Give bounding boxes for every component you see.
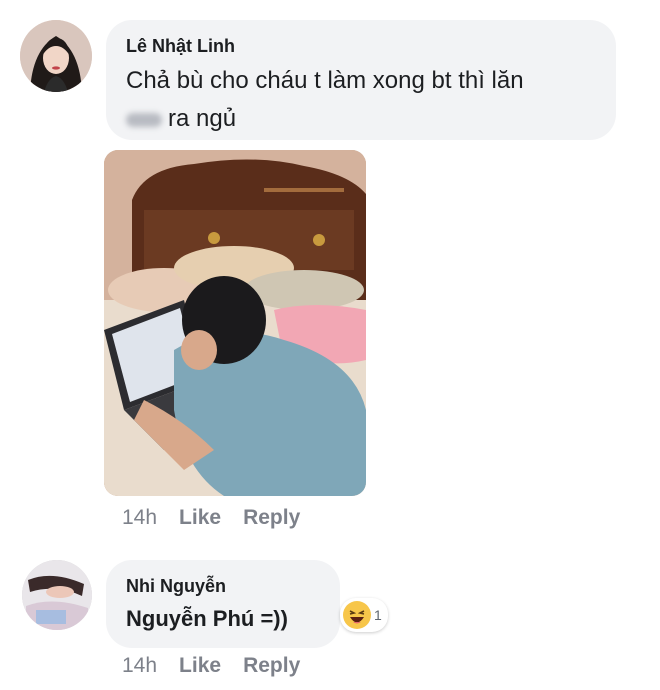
like-button[interactable]: Like: [179, 506, 221, 530]
comment-author[interactable]: Nhi Nguyễn: [126, 576, 226, 597]
comment-text-line2-text: ra ngủ: [168, 105, 237, 132]
comment-bubble: Nhi Nguyễn Nguyễn Phú =)): [106, 560, 340, 648]
comment-text-line1: Chả bù cho cháu t làm xong bt thì lăn: [126, 67, 524, 94]
commenter-avatar[interactable]: [22, 560, 92, 630]
blurred-name: [126, 112, 162, 127]
comment-photo[interactable]: [104, 150, 366, 496]
avatar-photo: [20, 20, 92, 92]
comment-author[interactable]: Lê Nhật Linh: [126, 36, 235, 57]
comment-timestamp: 14h: [122, 506, 158, 529]
reply-button[interactable]: Reply: [243, 654, 300, 678]
comment-text-line2: ra ngủ: [126, 100, 606, 138]
laughing-emoji-icon: [343, 601, 371, 629]
reply-button[interactable]: Reply: [243, 506, 300, 530]
comment-text: Chả bù cho cháu t làm xong bt thì lăn ra…: [126, 62, 606, 138]
photo-boy-laptop: [104, 150, 366, 496]
reaction-count: 1: [374, 607, 382, 623]
comment-timestamp: 14h: [122, 654, 158, 677]
commenter-avatar[interactable]: [20, 20, 92, 92]
comment-actions: 14h Like Reply: [122, 506, 300, 530]
comment-actions: 14h Like Reply: [122, 654, 300, 678]
comment-bubble: Lê Nhật Linh Chả bù cho cháu t làm xong …: [106, 20, 616, 140]
reaction-badge[interactable]: 1: [340, 598, 388, 632]
like-button[interactable]: Like: [179, 654, 221, 678]
comment-text: Nguyễn Phú =)): [126, 600, 288, 638]
avatar-photo: [22, 560, 92, 630]
comment-text-content: Nguyễn Phú =)): [126, 606, 288, 631]
